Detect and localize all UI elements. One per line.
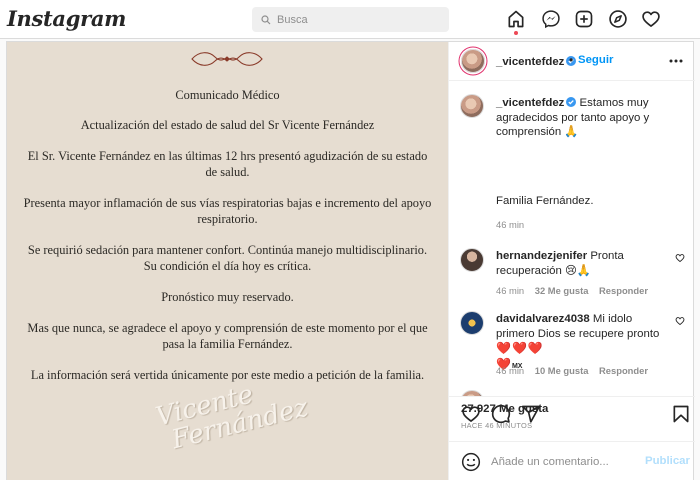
top-navigation-bar: Instagram xyxy=(0,0,700,39)
caption: _vicentefdez Estamos muy agradecidos por… xyxy=(496,96,681,140)
save-bookmark-icon[interactable] xyxy=(671,404,691,424)
search-input[interactable] xyxy=(277,13,437,26)
post-image[interactable]: Comunicado Médico Actualización del esta… xyxy=(7,42,448,480)
home-active-indicator xyxy=(514,31,518,35)
ornament-flourish xyxy=(191,52,263,66)
new-post-icon[interactable] xyxy=(574,9,594,29)
caption-signoff: Familia Fernández. xyxy=(496,195,594,207)
activity-heart-icon[interactable] xyxy=(641,9,661,29)
likes-count[interactable]: 27.927 Me gusta xyxy=(461,403,548,415)
comment-meta: 46 min 10 Me gusta Responder xyxy=(496,365,656,376)
follow-button[interactable]: Seguir xyxy=(578,54,613,66)
statement-paragraph: La información será vertida únicamente p… xyxy=(30,368,425,382)
comment-item: hernandezjenifer Pronta recuperación 😢🙏 … xyxy=(449,248,695,308)
emoji-icon[interactable] xyxy=(461,452,481,472)
comment-time[interactable]: 46 min xyxy=(496,285,524,296)
statement-paragraph: Pronóstico muy reservado. xyxy=(161,290,294,304)
avatar[interactable] xyxy=(460,311,484,335)
post-timestamp[interactable]: HACE 46 MINUTOS xyxy=(461,421,532,430)
comment-item: davidalvarez4038 Mi idolo primero Dios s… xyxy=(449,311,695,381)
caption-author[interactable]: _vicentefdez xyxy=(496,97,564,109)
statement-paragraph: Actualización del estado de salud del Sr… xyxy=(80,118,375,132)
heart-emojis: ❤️❤️❤️ xyxy=(496,341,544,356)
avatar[interactable] xyxy=(461,49,485,73)
comments-scroll-area[interactable]: _vicentefdez Estamos muy agradecidos por… xyxy=(449,82,695,397)
comment-text: hernandezjenifer Pronta recuperación 😢🙏 xyxy=(496,249,666,278)
search-icon xyxy=(261,14,271,24)
separator-dot: • xyxy=(569,53,574,67)
verified-badge-icon xyxy=(566,97,577,107)
comment-likes[interactable]: 10 Me gusta xyxy=(535,365,589,376)
medical-statement-text: Comunicado Médico Actualización del esta… xyxy=(21,87,434,398)
statement-title: Comunicado Médico xyxy=(175,88,280,102)
comment-input[interactable] xyxy=(491,453,641,471)
author-block: _vicentefdez xyxy=(496,54,577,68)
statement-paragraph: Mas que nunca, se agradece el apoyo y co… xyxy=(27,321,428,351)
explore-icon[interactable] xyxy=(608,9,628,29)
author-username[interactable]: _vicentefdez xyxy=(496,56,564,68)
reply-button[interactable]: Responder xyxy=(599,285,648,296)
comment-time[interactable]: 46 min xyxy=(496,365,524,376)
messenger-icon[interactable] xyxy=(541,9,561,29)
comment-like-heart-icon[interactable] xyxy=(675,253,685,263)
avatar[interactable] xyxy=(460,94,484,118)
comment-likes[interactable]: 32 Me gusta xyxy=(535,285,589,296)
post-side-panel: _vicentefdez • Seguir _vicentefdez Estam… xyxy=(448,42,695,480)
post-header: _vicentefdez • Seguir xyxy=(449,42,695,81)
instagram-logo[interactable]: Instagram xyxy=(7,6,126,31)
statement-paragraph: Se requirió sedación para mantener confo… xyxy=(27,243,428,273)
comment-composer: Publicar xyxy=(449,441,695,480)
comment-author[interactable]: hernandezjenifer xyxy=(496,250,587,262)
avatar[interactable] xyxy=(460,248,484,272)
search-box[interactable] xyxy=(252,7,449,32)
reply-button[interactable]: Responder xyxy=(599,365,648,376)
comment-meta: 46 min 32 Me gusta Responder xyxy=(496,285,656,296)
comment-like-heart-icon[interactable] xyxy=(675,316,685,326)
caption-timestamp[interactable]: 46 min xyxy=(496,219,524,230)
comment-author[interactable]: davidalvarez4038 xyxy=(496,313,590,325)
statement-paragraph: El Sr. Vicente Fernández en las últimas … xyxy=(27,149,428,179)
publish-button[interactable]: Publicar xyxy=(645,455,690,467)
more-options-icon[interactable] xyxy=(668,54,684,68)
avatar[interactable] xyxy=(460,390,484,396)
home-icon[interactable] xyxy=(506,9,526,29)
post-card: Comunicado Médico Actualización del esta… xyxy=(6,41,695,480)
statement-paragraph: Presenta mayor inflamación de sus vías r… xyxy=(23,196,432,226)
